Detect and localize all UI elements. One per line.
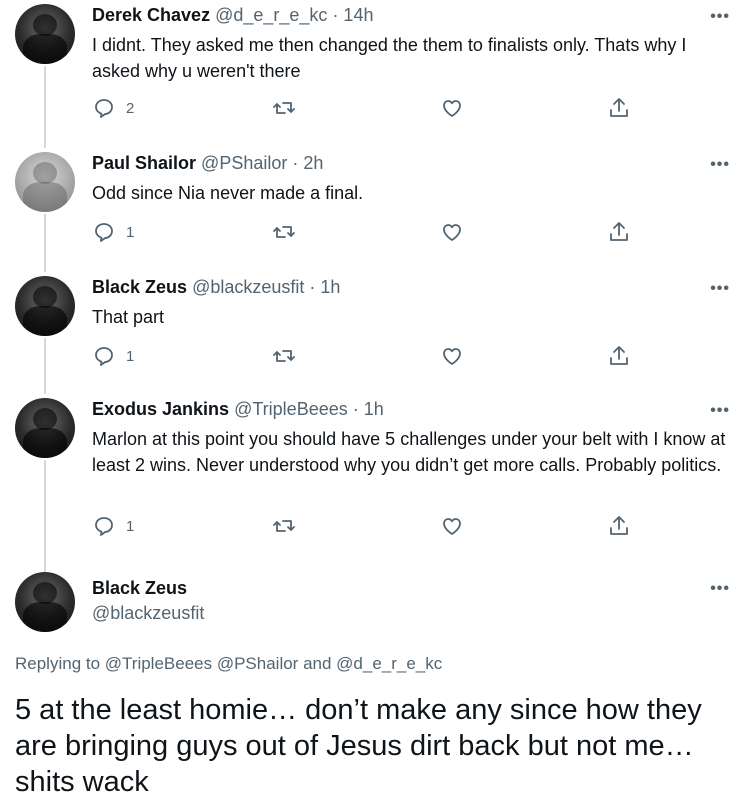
like-button[interactable] (440, 220, 474, 244)
more-icon[interactable]: ••• (710, 156, 730, 174)
user-name[interactable]: Black Zeus (92, 578, 204, 599)
like-button[interactable] (440, 96, 474, 120)
retweet-button[interactable] (272, 220, 306, 244)
timestamp[interactable]: · 1h (304, 277, 340, 297)
retweet-icon (273, 226, 295, 238)
timestamp[interactable]: · 1h (348, 399, 384, 419)
avatar[interactable] (15, 276, 75, 336)
reply-count: 1 (126, 517, 135, 535)
tweet-text: I didnt. They asked me then changed the … (92, 35, 687, 81)
share-icon (610, 98, 628, 117)
share-button[interactable] (607, 96, 631, 120)
tweet-actions: 1 (92, 220, 652, 250)
reply-count: 1 (126, 347, 135, 365)
avatar[interactable] (15, 152, 75, 212)
heart-icon (443, 518, 461, 535)
user-handle[interactable]: @blackzeusfit (192, 277, 304, 297)
reply-icon (95, 99, 113, 118)
retweet-icon (273, 102, 295, 114)
user-name[interactable]: Derek Chavez (92, 5, 210, 25)
tweet-header: Exodus Jankins @TripleBeees · 1h (92, 399, 384, 420)
user-name[interactable]: Black Zeus (92, 277, 187, 297)
avatar[interactable] (15, 572, 75, 632)
timestamp[interactable]: · 14h (327, 5, 373, 25)
heart-icon (443, 348, 461, 365)
reply-icon (95, 223, 113, 242)
retweet-icon (273, 520, 295, 532)
more-icon[interactable]: ••• (710, 8, 730, 26)
reply-button[interactable]: 2 (92, 96, 134, 120)
tweet[interactable]: Black Zeus @blackzeusfit · 1h ••• That p… (0, 272, 750, 394)
retweet-icon (273, 350, 295, 362)
share-button[interactable] (607, 514, 631, 538)
tweet-text: Marlon at this point you should have 5 c… (92, 429, 726, 475)
retweet-button[interactable] (272, 344, 306, 368)
tweet-actions: 2 (92, 96, 652, 126)
avatar[interactable] (15, 4, 75, 64)
share-icon (610, 222, 628, 241)
tweet-actions: 1 (92, 514, 652, 544)
tweet-header: Derek Chavez @d_e_r_e_kc · 14h (92, 5, 373, 26)
more-icon[interactable]: ••• (710, 580, 730, 598)
tweet-actions: 1 (92, 344, 652, 374)
user-handle[interactable]: @blackzeusfit (92, 603, 204, 624)
share-button[interactable] (607, 220, 631, 244)
tweet-text: That part (92, 307, 165, 327)
reply-count: 2 (126, 99, 135, 117)
reply-button[interactable]: 1 (92, 220, 134, 244)
more-icon[interactable]: ••• (710, 402, 730, 420)
like-button[interactable] (440, 514, 474, 538)
tweet[interactable]: Derek Chavez @d_e_r_e_kc · 14h ••• I did… (0, 0, 750, 148)
tweet-header: Paul Shailor @PShailor · 2h (92, 153, 323, 174)
timestamp[interactable]: · 2h (287, 153, 323, 173)
share-button[interactable] (607, 344, 631, 368)
heart-icon (443, 224, 461, 241)
more-icon[interactable]: ••• (710, 280, 730, 298)
user-handle[interactable]: @d_e_r_e_kc (215, 5, 327, 25)
like-button[interactable] (440, 344, 474, 368)
retweet-button[interactable] (272, 96, 306, 120)
tweet-text: Odd since Nia never made a final. (92, 183, 364, 203)
reply-icon (95, 517, 113, 536)
heart-icon (443, 100, 461, 117)
tweet-header: Black Zeus @blackzeusfit · 1h (92, 277, 340, 298)
user-handle[interactable]: @TripleBeees (234, 399, 348, 419)
reply-icon (95, 347, 113, 366)
main-tweet-text: 5 at the least homie… don’t make any sin… (15, 694, 702, 798)
tweet[interactable]: Paul Shailor @PShailor · 2h ••• Odd sinc… (0, 148, 750, 272)
share-icon (610, 516, 628, 535)
share-icon (610, 346, 628, 365)
reply-button[interactable]: 1 (92, 514, 134, 538)
reply-count: 1 (126, 223, 135, 241)
tweet[interactable]: Exodus Jankins @TripleBeees · 1h ••• Mar… (0, 394, 750, 570)
user-name[interactable]: Exodus Jankins (92, 399, 229, 419)
replying-to[interactable]: Replying to @TripleBeees @PShailor and @… (15, 654, 442, 674)
reply-button[interactable]: 1 (92, 344, 134, 368)
avatar[interactable] (15, 398, 75, 458)
user-name[interactable]: Paul Shailor (92, 153, 196, 173)
user-handle[interactable]: @PShailor (201, 153, 287, 173)
tweet-header: Black Zeus @blackzeusfit (92, 578, 204, 624)
retweet-button[interactable] (272, 514, 306, 538)
